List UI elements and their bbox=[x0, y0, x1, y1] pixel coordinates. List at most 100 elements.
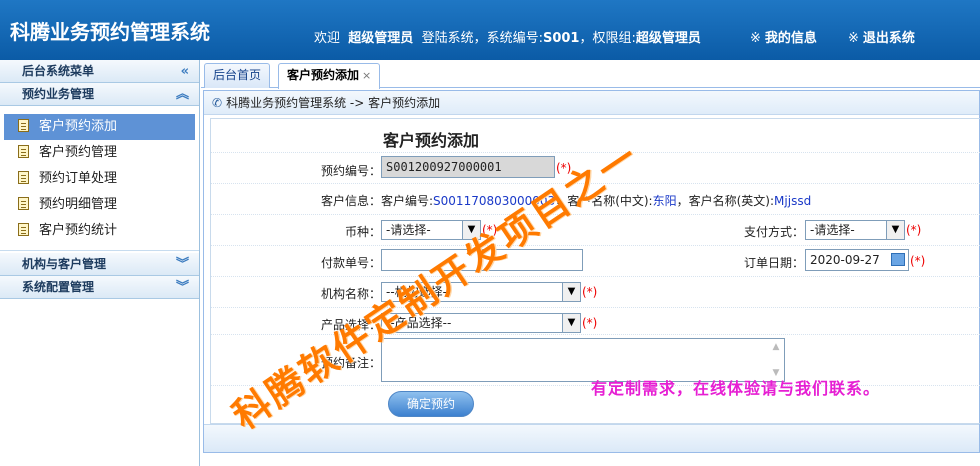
tab-label: 后台首页 bbox=[213, 68, 262, 82]
my-info-label: 我的信息 bbox=[764, 31, 817, 46]
tab-label: 客户预约添加 bbox=[287, 68, 360, 82]
chevron-down-icon: ▼ bbox=[562, 314, 580, 332]
sidebar-group-org-customer[interactable]: 机构与客户管理 ︾ bbox=[0, 253, 199, 276]
booking-form: 客户预约添加 预约编号： S001200927000001 (*) 客户信息：客… bbox=[210, 118, 980, 424]
sidebar-group-label: 预约业务管理 bbox=[22, 87, 95, 101]
role-text: ，权限组: bbox=[579, 31, 636, 46]
required-mark: (*) bbox=[556, 161, 572, 175]
pay-method-value: -请选择- bbox=[810, 223, 855, 237]
customer-no: S001170803000003 bbox=[433, 194, 556, 208]
document-icon bbox=[18, 197, 29, 210]
chevron-down-icon: ▼ bbox=[562, 283, 580, 301]
document-icon bbox=[18, 223, 29, 236]
pay-method-select[interactable]: -请选择- ▼ bbox=[805, 220, 905, 240]
order-date-value: 2020-09-27 bbox=[810, 253, 880, 267]
tab-home[interactable]: 后台首页 bbox=[204, 63, 271, 88]
sidebar-item-label: 客户预约统计 bbox=[39, 223, 118, 238]
phone-icon: ✆ bbox=[212, 96, 223, 110]
currency-value: -请选择- bbox=[386, 223, 431, 237]
app-header: 科腾业务预约管理系统 欢迎 超级管理员 登陆系统，系统编号:S001，权限组:超… bbox=[0, 0, 980, 60]
breadcrumb-text: 科腾业务预约管理系统 -> 客户预约添加 bbox=[226, 96, 441, 110]
order-no-field[interactable]: S001200927000001 bbox=[381, 156, 555, 178]
promo-text: 有定制需求，在线体验请与我们联系。 bbox=[591, 379, 881, 398]
required-mark: (*) bbox=[582, 316, 598, 330]
en-name-label: ，客户名称(英文): bbox=[676, 194, 775, 208]
reference-mark-icon: ※ bbox=[750, 31, 761, 46]
chevron-down-icon: ︾ bbox=[175, 257, 189, 272]
required-mark: (*) bbox=[906, 223, 922, 237]
row-divider bbox=[211, 152, 980, 153]
payment-no-label: 付款单号： bbox=[321, 256, 382, 270]
user-name: 超级管理员 bbox=[348, 31, 414, 46]
cn-name-label: ，客户名称(中文): bbox=[555, 194, 653, 208]
logout-label: 退出系统 bbox=[862, 31, 915, 46]
required-mark: (*) bbox=[582, 285, 598, 299]
product-value: --产品选择-- bbox=[386, 316, 452, 330]
document-icon bbox=[18, 145, 29, 158]
calendar-icon[interactable] bbox=[891, 253, 905, 266]
row-divider bbox=[211, 183, 980, 184]
reference-mark-icon: ※ bbox=[848, 31, 859, 46]
currency-select[interactable]: -请选择- ▼ bbox=[381, 220, 481, 240]
org-select[interactable]: --机构选择-- ▼ bbox=[381, 282, 581, 302]
row-divider bbox=[211, 334, 980, 335]
form-title: 客户预约添加 bbox=[383, 131, 480, 150]
content-footer-bar bbox=[204, 424, 979, 452]
breadcrumb: ✆ 科腾业务预约管理系统 -> 客户预约添加 bbox=[204, 91, 979, 115]
sidebar-item-add-booking[interactable]: 客户预约添加 bbox=[4, 114, 195, 140]
chevron-down-icon: ︾ bbox=[175, 280, 189, 295]
chevron-down-icon: ▼ bbox=[886, 221, 904, 239]
sidebar-group-label: 系统配置管理 bbox=[22, 280, 95, 294]
main-content: ✆ 科腾业务预约管理系统 -> 客户预约添加 客户预约添加 预约编号： S0012… bbox=[203, 90, 980, 453]
welcome-text: 欢迎 超级管理员 登陆系统，系统编号:S001，权限组:超级管理员 bbox=[314, 27, 701, 46]
customer-info-label: 客户信息：客户编号: bbox=[321, 194, 434, 208]
required-mark: (*) bbox=[910, 254, 926, 268]
login-text: 登陆系统，系统编号: bbox=[421, 31, 543, 46]
order-no-label: 预约编号： bbox=[321, 164, 382, 178]
order-date-input[interactable]: 2020-09-27 bbox=[805, 249, 909, 271]
sidebar-item-label: 预约明细管理 bbox=[39, 197, 118, 212]
row-divider bbox=[211, 214, 980, 215]
row-divider bbox=[211, 245, 980, 246]
order-date-label: 订单日期： bbox=[744, 256, 805, 270]
sidebar-item-booking-detail[interactable]: 预约明细管理 bbox=[4, 192, 195, 218]
sidebar-item-label: 预约订单处理 bbox=[39, 171, 118, 186]
chevron-up-icon: ︽ bbox=[175, 87, 189, 102]
role-name: 超级管理员 bbox=[635, 31, 701, 46]
tab-add-booking[interactable]: 客户预约添加 × bbox=[278, 63, 381, 89]
row-divider bbox=[211, 276, 980, 277]
org-label: 机构名称： bbox=[321, 287, 382, 301]
product-select[interactable]: --产品选择-- ▼ bbox=[381, 313, 581, 333]
sidebar: 后台系统菜单 « 预约业务管理 ︽ 客户预约添加 客户预约管理 预约订单处理 预… bbox=[0, 60, 200, 466]
tab-bar: 后台首页 客户预约添加 × bbox=[201, 60, 980, 89]
sidebar-item-order-process[interactable]: 预约订单处理 bbox=[4, 166, 195, 192]
chevron-down-icon: ▼ bbox=[462, 221, 480, 239]
collapse-left-icon[interactable]: « bbox=[181, 60, 189, 83]
sidebar-menu-title: 后台系统菜单 bbox=[22, 64, 95, 78]
cn-name: 东阳 bbox=[652, 194, 677, 208]
document-icon bbox=[18, 119, 29, 132]
system-no: S001 bbox=[542, 31, 580, 46]
scroll-up-icon[interactable]: ▲ bbox=[770, 341, 782, 353]
remark-label: 预约备注： bbox=[321, 356, 382, 370]
welcome-prefix: 欢迎 bbox=[314, 31, 341, 46]
close-icon[interactable]: × bbox=[362, 69, 371, 82]
logout-link[interactable]: ※ 退出系统 bbox=[848, 27, 915, 46]
row-divider bbox=[211, 307, 980, 308]
product-label: 产品选择： bbox=[321, 318, 382, 332]
org-value: --机构选择-- bbox=[386, 285, 452, 299]
my-info-link[interactable]: ※ 我的信息 bbox=[750, 27, 817, 46]
sidebar-group-system-config[interactable]: 系统配置管理 ︾ bbox=[0, 276, 199, 299]
sidebar-item-booking-stats[interactable]: 客户预约统计 bbox=[4, 218, 195, 244]
currency-label: 币种： bbox=[345, 225, 382, 239]
sidebar-menu-header[interactable]: 后台系统菜单 « bbox=[0, 60, 199, 83]
pay-method-label: 支付方式： bbox=[744, 225, 805, 239]
sidebar-item-label: 客户预约管理 bbox=[39, 145, 118, 160]
payment-no-input[interactable] bbox=[381, 249, 583, 271]
sidebar-item-label: 客户预约添加 bbox=[39, 119, 118, 134]
sidebar-group-booking[interactable]: 预约业务管理 ︽ bbox=[0, 83, 199, 106]
sidebar-group-label: 机构与客户管理 bbox=[22, 257, 107, 271]
submit-booking-button[interactable]: 确定预约 bbox=[388, 391, 474, 417]
en-name: Mjjssd bbox=[774, 194, 812, 208]
sidebar-item-manage-booking[interactable]: 客户预约管理 bbox=[4, 140, 195, 166]
